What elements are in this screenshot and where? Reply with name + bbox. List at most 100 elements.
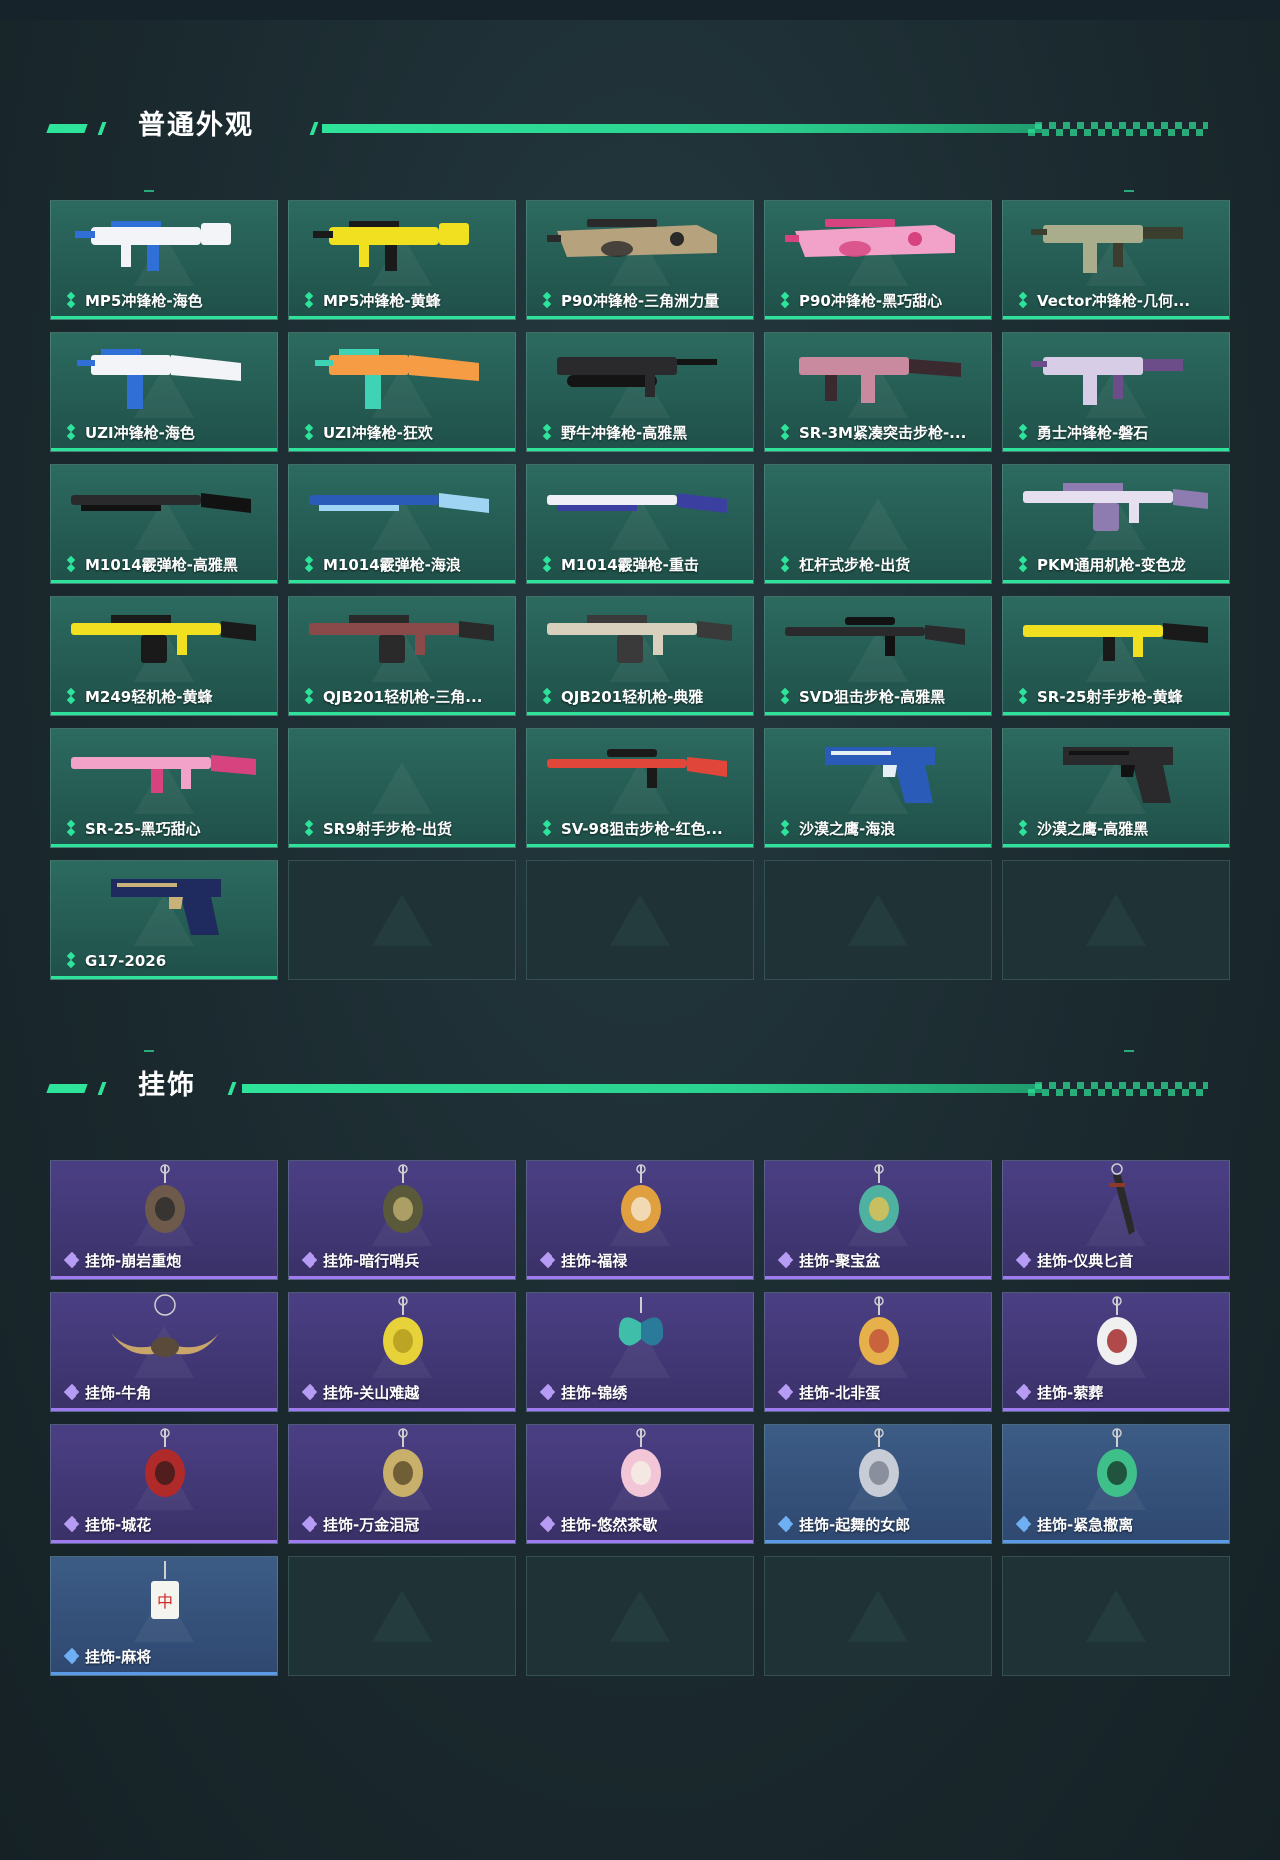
item-label: M249轻机枪-黄蜂 (85, 688, 213, 706)
item-card[interactable]: 中挂饰-麻将 (50, 1556, 278, 1676)
item-image (859, 1428, 899, 1497)
watermark-logo-icon (372, 894, 432, 946)
rarity-bar (51, 448, 277, 451)
item-card[interactable]: M1014霰弹枪-重击 (526, 464, 754, 584)
item-card[interactable]: 挂饰-万金泪冠 (288, 1424, 516, 1544)
item-card[interactable]: SVD狙击步枪-高雅黑 (764, 596, 992, 716)
rarity-diamond-icon (539, 1515, 556, 1533)
item-card[interactable]: 挂饰-福禄 (526, 1160, 754, 1280)
item-card[interactable]: P90冲锋枪-黑巧甜心 (764, 200, 992, 320)
item-image (77, 349, 241, 409)
item-card[interactable]: UZI冲锋枪-海色 (50, 332, 278, 452)
item-card[interactable]: MP5冲锋枪-海色 (50, 200, 278, 320)
item-card[interactable]: SR-25-黑巧甜心 (50, 728, 278, 848)
item-image (313, 221, 469, 271)
item-card[interactable]: 挂饰-暗行哨兵 (288, 1160, 516, 1280)
top-band (0, 0, 1280, 20)
item-image (1097, 1428, 1137, 1497)
item-image (1031, 225, 1183, 273)
rarity-bar (527, 1408, 753, 1411)
item-image (799, 357, 961, 403)
rarity-diamond-icon (779, 423, 791, 441)
header-mark (144, 1050, 154, 1052)
item-card[interactable]: 挂饰-北非蛋 (764, 1292, 992, 1412)
item-card[interactable]: 挂饰-牛角 (50, 1292, 278, 1412)
rarity-diamond-icon (541, 291, 553, 309)
rarity-diamond-icon (63, 1515, 80, 1533)
item-label: 杠杆式步枪-出货 (799, 556, 911, 574)
item-label: 勇士冲锋枪-磐石 (1037, 424, 1149, 442)
item-card[interactable]: UZI冲锋枪-狂欢 (288, 332, 516, 452)
item-card[interactable]: 挂饰-崩岩重炮 (50, 1160, 278, 1280)
rarity-bar (289, 1540, 515, 1543)
rarity-diamond-icon (303, 423, 315, 441)
item-card[interactable]: Vector冲锋枪-几何... (1002, 200, 1230, 320)
item-card[interactable]: 勇士冲锋枪-磐石 (1002, 332, 1230, 452)
item-card[interactable]: 挂饰-萦葬 (1002, 1292, 1230, 1412)
item-card[interactable]: 挂饰-锦绣 (526, 1292, 754, 1412)
item-card[interactable]: M1014霰弹枪-海浪 (288, 464, 516, 584)
item-image (785, 219, 955, 257)
item-label: SVD狙击步枪-高雅黑 (799, 688, 946, 706)
item-card[interactable]: P90冲锋枪-三角洲力量 (526, 200, 754, 320)
watermark-logo-icon (372, 1590, 432, 1642)
rarity-bar (765, 448, 991, 451)
item-card[interactable]: 挂饰-悠然茶歇 (526, 1424, 754, 1544)
item-image (859, 1296, 899, 1365)
rarity-diamond-icon (777, 1251, 794, 1269)
empty-slot (526, 860, 754, 980)
header-dash (46, 124, 88, 133)
item-label: SR9射手步枪-出货 (323, 820, 453, 838)
item-card[interactable]: 沙漠之鹰-海浪 (764, 728, 992, 848)
item-card[interactable]: QJB201轻机枪-三角... (288, 596, 516, 716)
item-image (785, 617, 965, 656)
item-card[interactable]: M249轻机枪-黄蜂 (50, 596, 278, 716)
header-dash (97, 1082, 107, 1095)
item-label: P90冲锋枪-三角洲力量 (561, 292, 720, 310)
item-image (145, 1164, 185, 1233)
rarity-bar (527, 580, 753, 583)
item-card[interactable]: 挂饰-起舞的女郎 (764, 1424, 992, 1544)
item-image (547, 219, 717, 257)
item-card[interactable]: 野牛冲锋枪-高雅黑 (526, 332, 754, 452)
item-image (315, 349, 479, 409)
item-image (1063, 747, 1173, 803)
header-dash (46, 1084, 88, 1093)
item-card[interactable]: PKM通用机枪-变色龙 (1002, 464, 1230, 584)
header-mark (1124, 190, 1134, 192)
item-card[interactable]: 挂饰-城花 (50, 1424, 278, 1544)
rarity-diamond-icon (301, 1251, 318, 1269)
header-checker (1028, 1082, 1208, 1096)
item-card[interactable]: 挂饰-紧急撤离 (1002, 1424, 1230, 1544)
rarity-bar (1003, 1408, 1229, 1411)
item-card[interactable]: M1014霰弹枪-高雅黑 (50, 464, 278, 584)
rarity-bar (289, 316, 515, 319)
rarity-bar (765, 1540, 991, 1543)
rarity-diamond-icon (65, 555, 77, 573)
item-card[interactable]: MP5冲锋枪-黄蜂 (288, 200, 516, 320)
item-card[interactable]: 挂饰-聚宝盆 (764, 1160, 992, 1280)
item-card[interactable]: 挂饰-仪典匕首 (1002, 1160, 1230, 1280)
item-image (71, 755, 256, 793)
item-card[interactable]: SR-3M紧凑突击步枪-... (764, 332, 992, 452)
item-label: SR-3M紧凑突击步枪-... (799, 424, 967, 442)
rarity-bar (1003, 580, 1229, 583)
item-card[interactable]: G17-2026 (50, 860, 278, 980)
item-image (859, 1164, 899, 1233)
rarity-bar (1003, 316, 1229, 319)
rarity-diamond-icon (63, 1647, 80, 1665)
rarity-diamond-icon (65, 951, 77, 969)
item-card[interactable]: SV-98狙击步枪-红色... (526, 728, 754, 848)
rarity-diamond-icon (1017, 819, 1029, 837)
item-card[interactable]: SR-25射手步枪-黄蜂 (1002, 596, 1230, 716)
item-card[interactable]: QJB201轻机枪-典雅 (526, 596, 754, 716)
item-card[interactable]: 杠杆式步枪-出货 (764, 464, 992, 584)
item-card[interactable]: 沙漠之鹰-高雅黑 (1002, 728, 1230, 848)
item-label: M1014霰弹枪-海浪 (323, 556, 461, 574)
item-label: P90冲锋枪-黑巧甜心 (799, 292, 943, 310)
item-label: 挂饰-福禄 (561, 1252, 628, 1270)
item-label: 挂饰-悠然茶歇 (561, 1516, 658, 1534)
item-card[interactable]: SR9射手步枪-出货 (288, 728, 516, 848)
item-card[interactable]: 挂饰-关山难越 (288, 1292, 516, 1412)
header-bar (322, 124, 1042, 133)
